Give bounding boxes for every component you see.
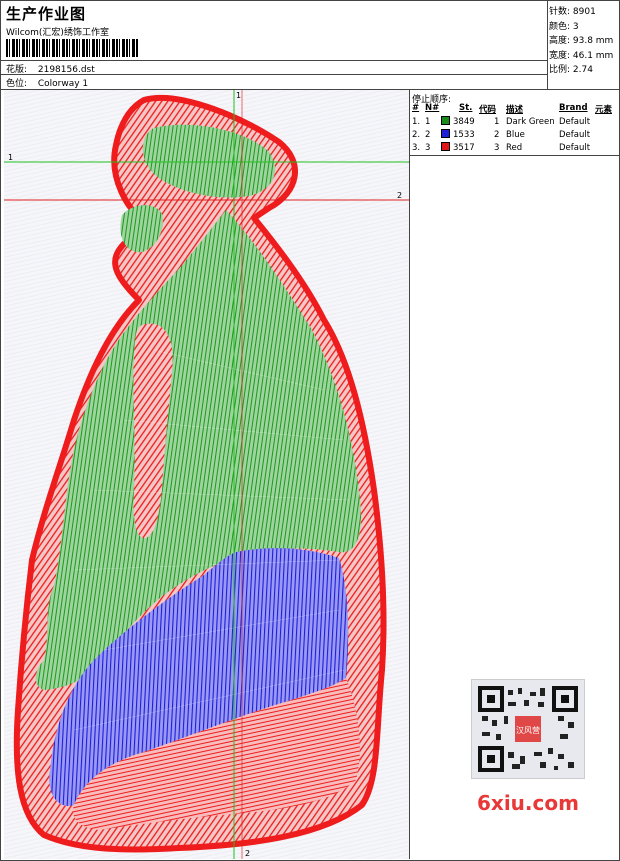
row-num: 2. bbox=[412, 130, 421, 140]
color-swatch bbox=[441, 142, 450, 154]
color-swatch bbox=[441, 129, 450, 141]
header-info: 生产作业图 Wilcom(汇宏)绣饰工作室 花版: 2198156.dst 色位… bbox=[1, 1, 548, 89]
row-desc: Red bbox=[506, 143, 523, 153]
production-sheet: 生产作业图 Wilcom(汇宏)绣饰工作室 花版: 2198156.dst 色位… bbox=[0, 0, 620, 861]
header: 生产作业图 Wilcom(汇宏)绣饰工作室 花版: 2198156.dst 色位… bbox=[1, 1, 620, 90]
col-elem: 元素 bbox=[595, 105, 613, 115]
color-swatch bbox=[441, 116, 450, 128]
row-brand: Default bbox=[559, 117, 591, 127]
row-code: 1 bbox=[494, 117, 500, 127]
divider bbox=[410, 155, 620, 156]
stat-stitches: 针数: 8901 bbox=[549, 7, 596, 17]
barcode-icon bbox=[6, 39, 138, 57]
guide-label-v-top: 1 bbox=[236, 91, 241, 100]
stat-width: 宽度: 46.1 mm bbox=[549, 50, 614, 61]
stat-scale: 比例: 2.74 bbox=[549, 65, 593, 76]
sheet-title: 生产作业图 bbox=[6, 5, 87, 23]
row-desc: Dark Green bbox=[506, 117, 555, 127]
col-code: 代码 bbox=[479, 105, 497, 115]
row-st: 3849 bbox=[453, 117, 475, 127]
qr-badge-text: 汉风营 bbox=[516, 725, 540, 735]
row-num: 1. bbox=[412, 117, 421, 127]
guide-label-h-left: 1 bbox=[8, 153, 13, 162]
row-num: 3. bbox=[412, 143, 421, 153]
row-desc: Blue bbox=[506, 130, 525, 140]
embroidery-preview: 1 2 1 2 bbox=[4, 90, 409, 859]
stat-height: 高度: 93.8 mm bbox=[549, 36, 614, 47]
row-n: 3 bbox=[425, 143, 431, 153]
design-canvas[interactable]: 1 2 1 2 bbox=[4, 90, 410, 859]
row-code: 2 bbox=[494, 130, 500, 140]
row-brand: Default bbox=[559, 130, 591, 140]
guide-label-v-bottom: 2 bbox=[245, 849, 250, 858]
watermark-text: 6xiu.com bbox=[477, 791, 579, 815]
divider bbox=[1, 74, 547, 75]
col-n: N# bbox=[425, 103, 440, 113]
col-brand: Brand bbox=[559, 103, 588, 113]
stat-colors: 颜色: 3 bbox=[549, 21, 579, 32]
studio-name: Wilcom(汇宏)绣饰工作室 bbox=[6, 28, 109, 38]
colorway-value: Colorway 1 bbox=[37, 79, 89, 89]
col-st: St. bbox=[459, 103, 473, 113]
colorway-label: 色位: bbox=[6, 79, 28, 89]
row-code: 3 bbox=[494, 143, 500, 153]
row-st: 1533 bbox=[453, 130, 475, 140]
design-stats: 针数: 8901 颜色: 3 高度: 93.8 mm 宽度: 46.1 mm 比… bbox=[549, 5, 613, 78]
row-n: 2 bbox=[425, 130, 431, 140]
row-st: 3517 bbox=[453, 143, 475, 153]
qr-code-icon: 汉风营 bbox=[471, 679, 585, 779]
row-n: 1 bbox=[425, 117, 431, 127]
col-num: # bbox=[412, 103, 420, 113]
guide-label-h-right: 2 bbox=[397, 191, 402, 200]
divider bbox=[1, 60, 547, 61]
colorway-row: 色位: Colorway 1 bbox=[6, 76, 88, 89]
col-desc: 描述 bbox=[506, 105, 524, 115]
row-brand: Default bbox=[559, 143, 591, 153]
